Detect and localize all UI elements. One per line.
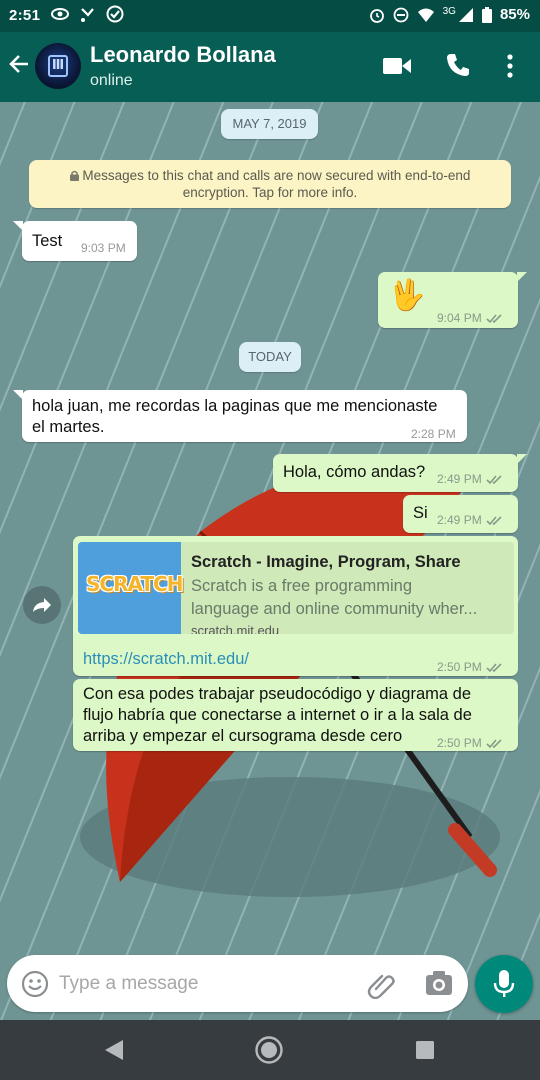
message-text-line-1: Con esa podes trabajar pseudocódigo y di… bbox=[83, 685, 472, 703]
chat-header: Ⅲ Leonardo Bollana online bbox=[0, 32, 540, 102]
attach-icon[interactable] bbox=[367, 969, 397, 999]
scratch-logo: SCRATCH bbox=[86, 572, 183, 596]
message-text-line-1: hola juan, me recordas la paginas que me… bbox=[32, 397, 438, 415]
message-time: 2:49 PM bbox=[437, 469, 504, 490]
encryption-text-1: Messages to this chat and calls are now … bbox=[82, 168, 471, 183]
message-time: 2:50 PM bbox=[437, 733, 504, 754]
do-not-disturb-icon bbox=[393, 7, 409, 22]
network-type: 3G bbox=[442, 6, 456, 17]
message-text: Hola, cómo andas? bbox=[283, 463, 426, 481]
avatar[interactable]: Ⅲ bbox=[35, 43, 81, 89]
chat-area[interactable]: MAY 7, 2019 Messages to this chat and ca… bbox=[0, 102, 540, 1020]
link-preview-title: Scratch - Imagine, Program, Share bbox=[191, 553, 461, 571]
desc-line-1: Scratch is a free programming bbox=[191, 577, 413, 595]
more-options-icon[interactable] bbox=[506, 54, 514, 78]
nav-back-icon[interactable] bbox=[103, 1038, 125, 1062]
phone-icon[interactable] bbox=[445, 52, 471, 78]
missed-call-icon bbox=[81, 8, 94, 22]
message-outgoing-link[interactable]: SCRATCH Scratch - Imagine, Program, Shar… bbox=[73, 536, 518, 676]
battery-icon bbox=[481, 6, 492, 23]
read-ticks-icon bbox=[486, 516, 502, 526]
time-text: 2:50 PM bbox=[437, 660, 482, 674]
message-link[interactable]: https://scratch.mit.edu/ bbox=[83, 649, 249, 670]
link-preview-domain: scratch.mit.edu bbox=[191, 623, 280, 634]
encryption-line-2: encryption. Tap for more info. bbox=[182, 185, 358, 200]
link-preview-card[interactable]: SCRATCH Scratch - Imagine, Program, Shar… bbox=[78, 542, 514, 634]
message-outgoing[interactable]: 🖖 9:04 PM bbox=[378, 272, 518, 328]
date-label: TODAY bbox=[248, 349, 292, 364]
check-circle-icon bbox=[106, 5, 124, 23]
signal-icon bbox=[458, 7, 473, 22]
read-ticks-icon bbox=[486, 739, 502, 749]
forward-button[interactable] bbox=[23, 586, 61, 624]
bubble-tail bbox=[517, 272, 527, 282]
message-time: 9:04 PM bbox=[437, 308, 504, 329]
read-ticks-icon bbox=[486, 314, 502, 324]
time-text: 2:49 PM bbox=[437, 472, 482, 486]
message-outgoing[interactable]: Con esa podes trabajar pseudocódigo y di… bbox=[73, 679, 518, 751]
android-nav-bar bbox=[0, 1020, 540, 1080]
message-input[interactable] bbox=[59, 968, 359, 1000]
video-call-icon[interactable] bbox=[382, 55, 412, 77]
message-text: Si bbox=[413, 504, 428, 522]
system-icons: 3G 85% bbox=[369, 6, 530, 23]
time-text: 9:04 PM bbox=[437, 311, 482, 325]
message-text-line-2: el martes. bbox=[32, 418, 105, 436]
date-separator: TODAY bbox=[239, 342, 301, 372]
contact-status: online bbox=[90, 72, 133, 89]
message-composer bbox=[7, 955, 468, 1012]
eye-notification-icon bbox=[51, 8, 69, 20]
message-time: 9:03 PM bbox=[81, 241, 126, 255]
status-bar: 2:51 3G 85% bbox=[0, 0, 540, 32]
contact-name[interactable]: Leonardo Bollana bbox=[90, 42, 276, 68]
encryption-line-1: Messages to this chat and calls are now … bbox=[29, 167, 511, 184]
desc-line-2: language and online community wher... bbox=[191, 600, 478, 618]
link-preview-description: Scratch is a free programming language a… bbox=[191, 575, 507, 621]
wifi-icon bbox=[417, 8, 434, 22]
camera-icon[interactable] bbox=[425, 970, 453, 996]
message-outgoing[interactable]: Hola, cómo andas? 2:49 PM bbox=[273, 454, 518, 492]
message-incoming[interactable]: hola juan, me recordas la paginas que me… bbox=[22, 390, 467, 442]
back-arrow-icon[interactable] bbox=[8, 53, 30, 75]
message-time: 2:28 PM bbox=[411, 427, 456, 441]
message-incoming[interactable]: Test 9:03 PM bbox=[22, 221, 137, 261]
link-preview-thumbnail: SCRATCH bbox=[78, 542, 183, 634]
message-text-line-3: arriba y empezar el cursograma desde cer… bbox=[83, 727, 403, 745]
message-time: 2:50 PM bbox=[437, 657, 504, 678]
message-outgoing[interactable]: Si 2:49 PM bbox=[403, 495, 518, 533]
nav-home-icon[interactable] bbox=[254, 1035, 284, 1065]
time-text: 2:49 PM bbox=[437, 513, 482, 527]
read-ticks-icon bbox=[486, 663, 502, 673]
nav-recents-icon[interactable] bbox=[415, 1040, 435, 1060]
notification-icons bbox=[50, 5, 124, 23]
date-label: MAY 7, 2019 bbox=[232, 116, 307, 131]
alarm-icon bbox=[369, 8, 384, 23]
time-text: 2:50 PM bbox=[437, 736, 482, 750]
forward-arrow-icon bbox=[33, 598, 51, 612]
date-separator: MAY 7, 2019 bbox=[221, 109, 318, 139]
message-text: Test bbox=[32, 232, 63, 250]
avatar-logo-icon: Ⅲ bbox=[48, 55, 68, 77]
encryption-notice[interactable]: Messages to this chat and calls are now … bbox=[29, 160, 511, 208]
read-ticks-icon bbox=[486, 475, 502, 485]
message-time: 2:49 PM bbox=[437, 510, 504, 531]
message-emoji: 🖖 bbox=[388, 278, 426, 313]
emoji-icon[interactable] bbox=[21, 970, 49, 998]
status-time: 2:51 bbox=[9, 7, 41, 24]
mic-button[interactable] bbox=[475, 955, 533, 1013]
bubble-tail bbox=[517, 454, 527, 464]
message-text-line-2: flujo habría que conectarse a internet o… bbox=[83, 706, 472, 724]
mic-icon bbox=[493, 970, 515, 997]
lock-icon bbox=[69, 170, 79, 181]
battery-percent: 85% bbox=[499, 6, 530, 23]
